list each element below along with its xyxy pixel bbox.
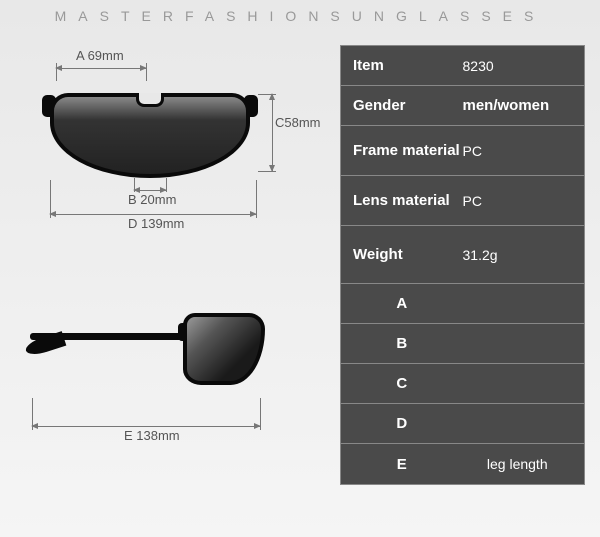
spec-a-label: A: [341, 295, 463, 312]
dimension-d-tick-right: [256, 180, 257, 218]
spec-row-frame: Frame material PC: [341, 126, 584, 176]
spec-frame-label: Frame material: [341, 142, 463, 159]
dimension-c-line: [272, 94, 273, 171]
spec-c-label: C: [341, 375, 463, 392]
dimension-c-label: C58mm: [275, 115, 321, 130]
spec-row-c: C: [341, 364, 584, 404]
spec-item-label: Item: [341, 57, 463, 74]
spec-gender-value: men/women: [463, 97, 585, 114]
nose-bridge: [136, 93, 164, 107]
sunglasses-front-view: [45, 85, 255, 185]
product-diagram-panel: A 69mm C58mm B 20mm D 139mm E 138mm: [0, 30, 335, 510]
spec-e-value: leg length: [463, 456, 585, 472]
spec-row-item: Item 8230: [341, 46, 584, 86]
spec-e-label: E: [341, 456, 463, 473]
dimension-b-tick-left: [134, 178, 135, 192]
dimension-e-tick-left: [32, 398, 33, 430]
dimension-b-tick-right: [166, 178, 167, 192]
dimension-b-label: B 20mm: [128, 192, 176, 207]
header-title: MASTERFASHIONSUNGLASSES: [0, 8, 600, 24]
dimension-b-line: [134, 190, 166, 191]
spec-weight-label: Weight: [341, 246, 463, 263]
dimension-c-tick-top: [258, 94, 276, 95]
dimension-c-tick-bottom: [258, 171, 276, 172]
dimension-e-tick-right: [260, 398, 261, 430]
spec-gender-label: Gender: [341, 97, 463, 114]
spec-weight-value: 31.2g: [463, 247, 585, 263]
lens-side: [183, 313, 265, 385]
spec-row-gender: Gender men/women: [341, 86, 584, 126]
spec-row-a: A: [341, 284, 584, 324]
spec-row-e: E leg length: [341, 444, 584, 484]
temple-arm: [30, 333, 185, 340]
spec-lens-label: Lens material: [341, 192, 463, 209]
spec-d-label: D: [341, 415, 463, 432]
dimension-a-tick-left: [56, 63, 57, 81]
spec-item-value: 8230: [463, 58, 585, 74]
spec-row-b: B: [341, 324, 584, 364]
spec-table: Item 8230 Gender men/women Frame materia…: [340, 45, 585, 485]
dimension-d-line: [50, 214, 256, 215]
dimension-d-label: D 139mm: [128, 216, 184, 231]
dimension-a-tick-right: [146, 63, 147, 81]
spec-lens-value: PC: [463, 193, 585, 209]
spec-row-d: D: [341, 404, 584, 444]
spec-row-weight: Weight 31.2g: [341, 226, 584, 284]
dimension-d-tick-left: [50, 180, 51, 218]
spec-b-label: B: [341, 335, 463, 352]
dimension-a-label: A 69mm: [76, 48, 124, 63]
dimension-e-label: E 138mm: [124, 428, 180, 443]
spec-frame-value: PC: [463, 143, 585, 159]
dimension-a-line: [56, 68, 146, 69]
dimension-e-line: [32, 426, 260, 427]
sunglasses-side-view: [30, 305, 265, 405]
spec-row-lens: Lens material PC: [341, 176, 584, 226]
